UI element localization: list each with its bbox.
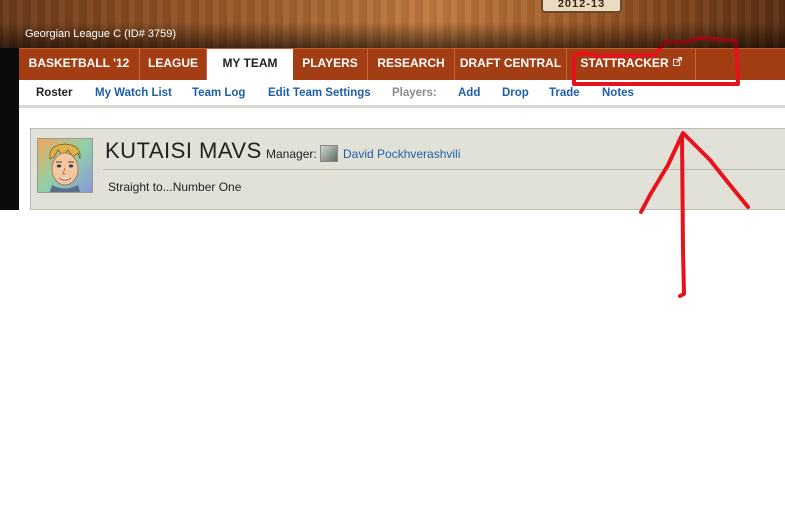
tab-basketball[interactable]: BASKETBALL '12 — [19, 49, 140, 80]
cartoon-face-icon — [38, 139, 92, 192]
subnav-roster[interactable]: Roster — [36, 87, 72, 99]
manager-avatar — [320, 145, 338, 162]
tab-draft-central[interactable]: DRAFT CENTRAL — [455, 49, 567, 80]
stattracker-label: STATTRACKER — [580, 56, 669, 70]
external-link-icon — [672, 57, 682, 66]
subnav-drop[interactable]: Drop — [502, 87, 529, 99]
sub-nav: Roster My Watch List Team Log Edit Team … — [19, 80, 785, 108]
tab-players[interactable]: PLAYERS — [293, 49, 368, 80]
main-nav: BASKETBALL '12 LEAGUE MY TEAM PLAYERS RE… — [19, 48, 785, 82]
divider — [103, 169, 785, 170]
league-name: Georgian League C (ID# 3759) — [25, 28, 177, 40]
manager-name-link[interactable]: David Pockhverashvili — [343, 147, 460, 161]
team-avatar — [37, 138, 93, 193]
subnav-add[interactable]: Add — [458, 87, 480, 99]
tab-my-team[interactable]: MY TEAM — [207, 49, 293, 82]
season-badge: 2012-13 — [541, 0, 622, 13]
tab-stattracker[interactable]: STATTRACKER — [567, 49, 696, 80]
team-name: KUTAISI MAVS — [105, 138, 262, 163]
subnav-edit-settings[interactable]: Edit Team Settings — [268, 87, 371, 99]
subnav-players-label: Players: — [392, 87, 437, 99]
manager-label: Manager: — [266, 147, 317, 161]
tab-research[interactable]: RESEARCH — [368, 49, 455, 80]
subnav-notes[interactable]: Notes — [602, 87, 634, 99]
header-banner: 2012-13 Georgian League C (ID# 3759) — [0, 0, 785, 48]
team-tagline: Straight to...Number One — [108, 180, 242, 194]
subnav-watch-list[interactable]: My Watch List — [95, 87, 172, 99]
tab-league[interactable]: LEAGUE — [140, 49, 207, 80]
left-rail — [0, 48, 19, 210]
subnav-trade[interactable]: Trade — [549, 87, 580, 99]
subnav-team-log[interactable]: Team Log — [192, 87, 245, 99]
